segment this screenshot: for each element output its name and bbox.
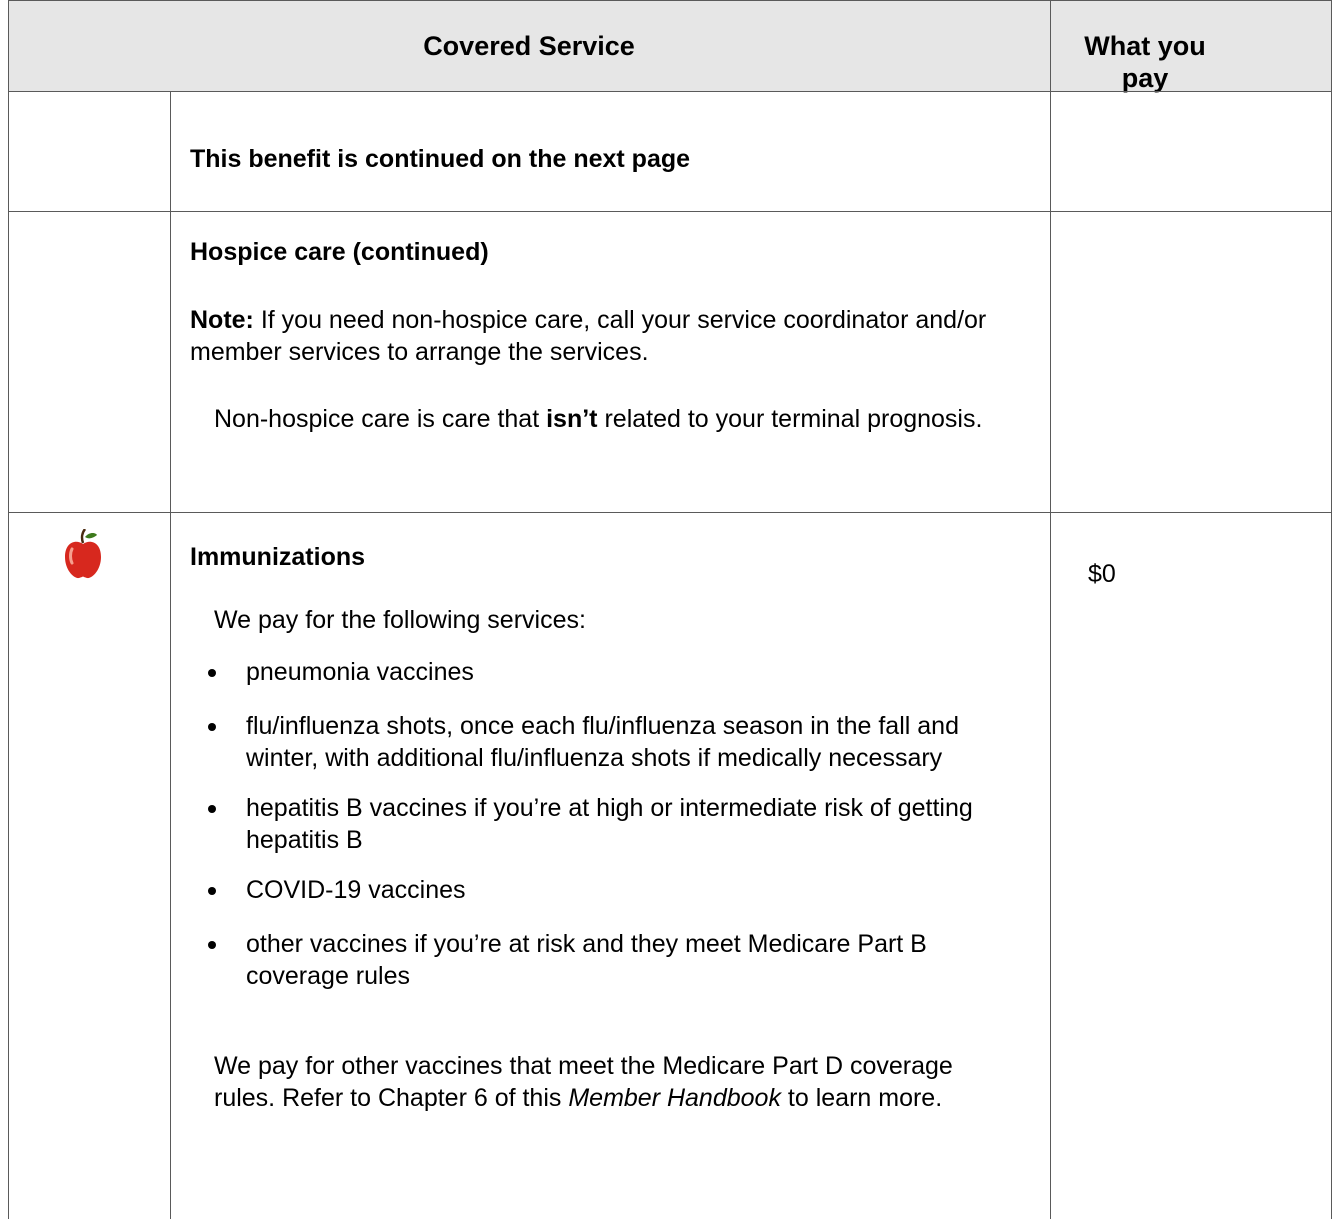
header-what-you-pay: What you pay — [1084, 31, 1206, 93]
note-label: Note: — [190, 306, 254, 334]
continued-notice: This benefit is continued on the next pa… — [190, 145, 691, 173]
list-item: other vaccines if you’re at risk and the… — [186, 928, 986, 992]
row-divider — [8, 512, 1332, 513]
immunizations-intro: We pay for the following services: — [214, 606, 586, 634]
table-border-left — [8, 0, 9, 1219]
para-text-end: related to your terminal prognosis. — [597, 405, 983, 433]
immunizations-closing: We pay for other vaccines that meet the … — [214, 1050, 974, 1114]
row-divider — [8, 91, 1332, 92]
immunizations-title: Immunizations — [190, 543, 366, 571]
list-item: COVID-19 vaccines — [186, 874, 1026, 906]
vaccine-list: pneumonia vaccines flu/influenza shots, … — [186, 656, 1026, 992]
list-item: hepatitis B vaccines if you’re at high o… — [186, 792, 1006, 856]
benefits-table: Covered Service What you pay This benefi… — [8, 0, 1332, 1219]
immunizations-pay: $0 — [1088, 560, 1116, 588]
handbook-title: Member Handbook — [568, 1084, 781, 1112]
row-divider — [8, 0, 1332, 1]
hospice-title: Hospice care (continued) — [190, 238, 489, 266]
column-divider-icon — [170, 91, 171, 1219]
hospice-note: Note: If you need non-hospice care, call… — [190, 304, 1010, 368]
apple-icon — [65, 529, 101, 579]
closing-text-end: to learn more. — [780, 1084, 943, 1112]
column-divider-pay — [1050, 0, 1051, 1219]
para-emphasis: isn’t — [546, 405, 598, 433]
list-item: pneumonia vaccines — [186, 656, 1026, 688]
row-divider — [8, 211, 1332, 212]
note-text: If you need non-hospice care, call your … — [190, 306, 987, 366]
para-text: Non-hospice care is care that — [214, 405, 547, 433]
list-item: flu/influenza shots, once each flu/influ… — [186, 710, 996, 774]
header-covered-service: Covered Service — [423, 31, 635, 61]
hospice-paragraph: Non-hospice care is care that isn’t rela… — [214, 403, 994, 435]
